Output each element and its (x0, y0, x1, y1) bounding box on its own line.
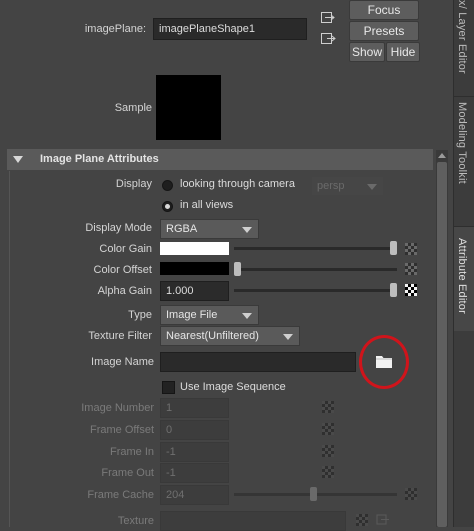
select-input-icon[interactable] (320, 11, 336, 25)
type-dropdown[interactable]: Image File (160, 305, 259, 325)
focus-button[interactable]: Focus (349, 0, 419, 20)
color-gain-slider-track[interactable] (234, 247, 397, 250)
color-gain-map-icon[interactable] (405, 243, 417, 255)
show-button[interactable]: Show (349, 42, 385, 62)
display-mode-dropdown[interactable]: RGBA (160, 219, 259, 239)
texture-map-icon (356, 514, 368, 526)
color-offset-swatch[interactable] (160, 262, 229, 275)
texture-filter-label: Texture Filter (88, 330, 152, 342)
section-header[interactable]: Image Plane Attributes (7, 149, 433, 170)
color-offset-slider-handle[interactable] (234, 262, 241, 276)
alpha-gain-slider-track[interactable] (234, 289, 397, 292)
texture-select-icon (376, 514, 390, 526)
image-plane-field[interactable]: imagePlaneShape1 (153, 18, 307, 40)
frame-in-field: -1 (160, 442, 229, 462)
sample-swatch (156, 75, 221, 140)
frame-offset-label: Frame Offset (90, 424, 154, 436)
frame-out-label: Frame Out (101, 467, 154, 479)
image-plane-label: imagePlane: (84, 23, 146, 35)
texture-filter-dropdown[interactable]: Nearest(Unfiltered) (160, 326, 300, 346)
tab-modeling-toolkit[interactable]: Modeling Toolkit (456, 102, 468, 184)
frame-cache-field: 204 (160, 485, 229, 505)
image-number-map-icon (322, 401, 334, 413)
alpha-gain-map-icon[interactable] (405, 284, 417, 296)
tab-layer-editor[interactable]: x/ Layer Editor (456, 0, 468, 74)
frame-in-map-icon (322, 445, 334, 457)
display-looking-through-label: looking through camera (180, 178, 295, 190)
use-image-sequence-label: Use Image Sequence (180, 381, 286, 393)
color-gain-slider-handle[interactable] (390, 241, 397, 255)
display-mode-label: Display Mode (85, 222, 152, 234)
texture-field (160, 511, 346, 531)
select-output-icon[interactable] (320, 32, 336, 46)
tab-attribute-editor[interactable]: Attribute Editor (456, 238, 468, 314)
frame-out-field: -1 (160, 463, 229, 483)
scroll-up-arrow-icon[interactable] (438, 153, 446, 158)
scrollbar-thumb[interactable] (437, 162, 447, 527)
color-gain-label: Color Gain (99, 243, 152, 255)
color-offset-slider-track[interactable] (234, 268, 397, 271)
highlight-circle (359, 335, 409, 389)
collapse-arrow-icon[interactable] (13, 156, 23, 163)
display-label: Display (115, 178, 152, 190)
image-name-field[interactable] (160, 352, 356, 372)
frame-offset-map-icon (322, 423, 334, 435)
frame-in-label: Frame In (109, 446, 154, 458)
image-number-label: Image Number (81, 402, 154, 414)
presets-button[interactable]: Presets (349, 21, 419, 41)
sample-label: Sample (114, 102, 152, 114)
display-camera-dropdown: persp (311, 176, 384, 196)
display-looking-through-radio[interactable] (162, 180, 173, 191)
color-gain-swatch[interactable] (160, 242, 229, 255)
section-title: Image Plane Attributes (40, 153, 159, 165)
frame-out-map-icon (322, 466, 334, 478)
color-offset-label: Color Offset (93, 264, 153, 276)
alpha-gain-label: Alpha Gain (97, 285, 152, 297)
alpha-gain-slider-handle[interactable] (390, 283, 397, 297)
display-all-views-radio[interactable] (162, 201, 173, 212)
texture-label: Texture (117, 515, 154, 527)
image-name-label: Image Name (91, 356, 154, 368)
color-offset-map-icon[interactable] (405, 263, 417, 275)
hide-button[interactable]: Hide (386, 42, 420, 62)
use-image-sequence-checkbox[interactable] (162, 381, 175, 394)
frame-cache-map-icon (405, 488, 417, 500)
alpha-gain-field[interactable]: 1.000 (160, 281, 229, 301)
frame-offset-field: 0 (160, 420, 229, 440)
type-label: Type (128, 309, 152, 321)
frame-cache-label: Frame Cache (87, 489, 154, 501)
image-number-field: 1 (160, 398, 229, 418)
frame-cache-slider-handle (310, 487, 318, 501)
display-all-views-label: in all views (180, 199, 234, 211)
